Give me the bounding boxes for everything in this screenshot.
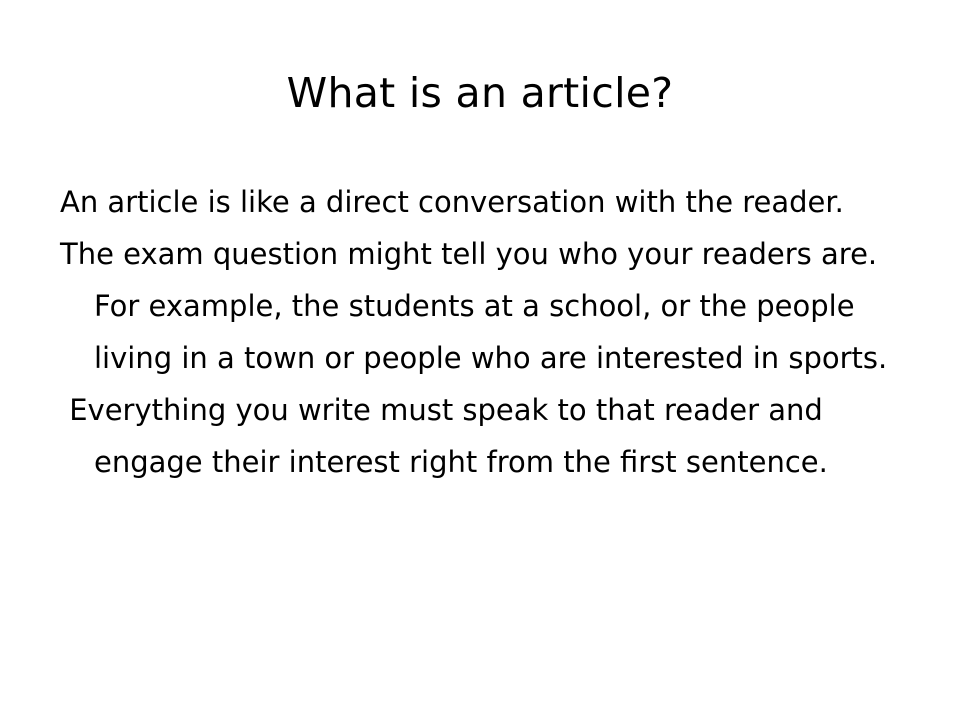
paragraph-definition: An article is like a direct conversation… (60, 185, 844, 219)
slide-title: What is an article? (286, 69, 674, 117)
slide-body: An article is like a direct conversation… (60, 176, 910, 488)
slide: What is an article? An article is like a… (0, 0, 960, 720)
paragraph-readers: The exam question might tell you who you… (60, 237, 888, 375)
paragraph-engagement: Everything you write must speak to that … (60, 393, 833, 479)
